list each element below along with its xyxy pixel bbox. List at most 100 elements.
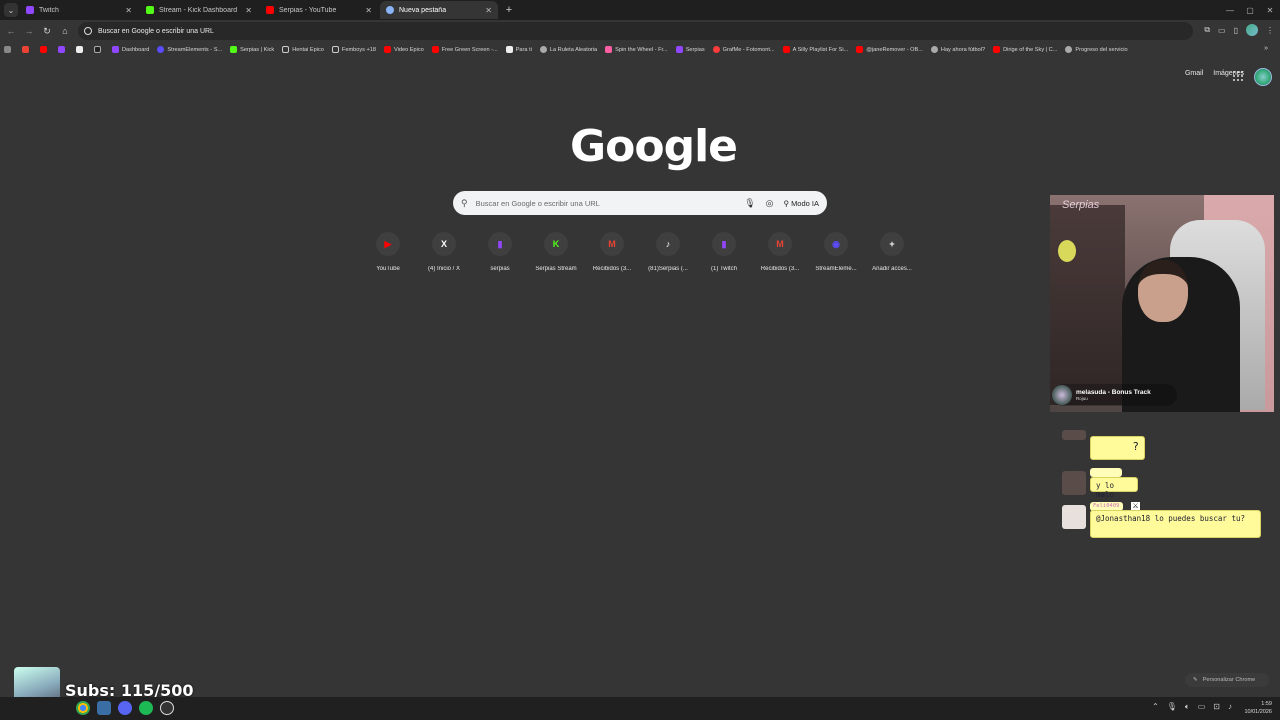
grafme-icon <box>712 46 720 53</box>
customize-chrome-button[interactable]: ✎ Personalizar Chrome <box>1185 673 1269 687</box>
bookmark-item[interactable]: Dirige of the Sky | C... <box>993 46 1057 53</box>
close-icon[interactable]: ✕ <box>245 6 252 15</box>
bookmark-label: Dashboard <box>122 46 150 53</box>
shortcut-gmail[interactable]: M Recibidos (3... <box>752 232 808 272</box>
volume-icon[interactable]: 🔈︎ <box>1185 702 1190 712</box>
shortcut-add[interactable]: + Añadir acces... <box>864 232 920 272</box>
ai-mode-button[interactable]: ⚲ Modo IA <box>783 199 819 208</box>
close-icon[interactable]: ✕ <box>365 6 372 15</box>
address-bar-text: Buscar en Google o escribir una URL <box>98 27 214 35</box>
menu-icon[interactable]: ⋮ <box>1266 26 1274 35</box>
shortcut-tiktok[interactable]: ♪ (81)Serpias (... <box>640 232 696 272</box>
obs-icon[interactable] <box>160 701 174 715</box>
bookmark-item[interactable]: GrafMe - Fotomont... <box>712 46 775 53</box>
chat-username-text: Feli0409 <box>1093 503 1120 509</box>
bookmark-item[interactable]: Spin the Wheel - Fr... <box>605 46 668 53</box>
chat-avatar <box>1062 471 1086 495</box>
display-icon[interactable]: ▭ <box>1198 702 1206 712</box>
chevron-up-icon[interactable]: ⌃ <box>1152 702 1159 712</box>
shortcut-youtube[interactable]: ▶ YouTube <box>360 232 416 272</box>
chat-avatar <box>1062 505 1086 529</box>
reload-icon[interactable]: ↻ <box>38 26 56 37</box>
globe-icon <box>1065 46 1073 53</box>
shortcut-label: YouTube <box>376 266 400 272</box>
tab-twitch[interactable]: Twitch ✕ <box>20 1 138 19</box>
ai-mode-icon: ⚲ <box>783 198 792 208</box>
close-icon[interactable]: ✕ <box>485 6 492 15</box>
forward-icon[interactable]: → <box>20 26 38 36</box>
back-icon[interactable]: ← <box>2 26 20 36</box>
shortcut-label: Recibidos (3... <box>592 266 632 272</box>
extensions-icon[interactable]: ⧉ <box>1204 25 1210 35</box>
new-tab-button[interactable]: + <box>502 3 516 17</box>
youtube-icon <box>266 6 274 14</box>
shortcut-twitch[interactable]: ▮ (1) Twitch <box>696 232 752 272</box>
speaker-icon[interactable]: ♪ <box>1228 702 1232 712</box>
bookmark-item[interactable]: Serpias | Kick <box>230 46 274 53</box>
webcam-plush <box>1058 240 1076 262</box>
bookmark-item[interactable]: Progreso del servicio <box>1065 46 1128 53</box>
bookmark-item[interactable]: @janeRemover - OB... <box>856 46 923 53</box>
tab-strip: ⌄ Twitch ✕ Stream - Kick Dashboard ✕ Ser… <box>0 0 1280 20</box>
bookmark-item[interactable]: StreamElements - S... <box>157 46 222 53</box>
streamelements-icon <box>157 46 165 53</box>
window-close-icon[interactable]: ✕ <box>1260 6 1280 15</box>
cast-icon[interactable]: ▭ <box>1218 26 1226 35</box>
twitch-bookmark[interactable] <box>58 46 68 53</box>
chat-avatar <box>1062 430 1086 440</box>
close-icon[interactable]: ✕ <box>125 6 132 15</box>
shortcut-x[interactable]: X (4) Inicio / X <box>416 232 472 272</box>
x-bookmark[interactable] <box>76 46 86 53</box>
bookmark-item[interactable]: Para ti <box>505 46 532 53</box>
shortcut-serpias-stream[interactable]: K Serpias Stream <box>528 232 584 272</box>
bookmark-item[interactable]: Free Green Screen -... <box>431 46 498 53</box>
address-bar[interactable]: Buscar en Google o escribir una URL <box>78 22 1193 40</box>
home-icon[interactable]: ⌂ <box>56 26 74 36</box>
bookmark-item[interactable]: Serpias <box>675 46 705 53</box>
tiktok-bookmark[interactable] <box>94 46 104 53</box>
shortcut-gmail[interactable]: M Recibidos (3... <box>584 232 640 272</box>
gmail-bookmark[interactable] <box>22 46 32 53</box>
bookmark-label: Video Epico <box>393 46 424 53</box>
all-bookmarks-icon[interactable]: » <box>1264 45 1268 52</box>
now-playing-widget: melasuda - Bonus Track Rojuu <box>1052 384 1177 406</box>
maximize-icon[interactable]: ▢ <box>1240 6 1260 15</box>
search-input[interactable]: Buscar en Google o escribir una URL <box>476 199 735 208</box>
bookmark-folder[interactable]: Hentai Epico <box>282 46 324 53</box>
youtube-bookmark[interactable] <box>40 46 50 53</box>
tab-new-tab[interactable]: Nueva pestaña ✕ <box>380 1 498 19</box>
bookmark-folder[interactable]: Femboys +18 <box>331 46 376 53</box>
twitch-icon: ▮ <box>712 232 736 256</box>
youtube-icon <box>993 46 1001 53</box>
shortcut-serpias[interactable]: ▮ serpias <box>472 232 528 272</box>
network-icon[interactable]: ⊡ <box>1213 702 1220 712</box>
bookmark-item[interactable]: Hay ahora fútbol? <box>930 46 985 53</box>
search-box[interactable]: ⚲ Buscar en Google o escribir una URL 🎙︎… <box>453 191 827 215</box>
minimize-icon[interactable]: — <box>1220 6 1240 15</box>
google-apps-icon[interactable] <box>1233 71 1243 81</box>
kick-icon: K <box>544 232 568 256</box>
app-taskbar-icon[interactable] <box>97 701 111 715</box>
taskbar-clock[interactable]: 1:59 10/01/2026 <box>1244 700 1272 716</box>
bookmark-item[interactable]: Video Epico <box>383 46 424 53</box>
tab-groups-icon[interactable]: ▯ <box>1234 26 1238 35</box>
tab-youtube[interactable]: Serpias - YouTube ✕ <box>260 1 378 19</box>
bookmark-item[interactable]: La Ruleta Aleatoria <box>539 46 597 53</box>
chrome-taskbar-icon[interactable] <box>76 701 90 715</box>
spotify-icon[interactable] <box>139 701 153 715</box>
google-account-avatar[interactable] <box>1254 68 1272 86</box>
microphone-icon[interactable]: 🎙︎ <box>1167 702 1177 712</box>
tab-search-button[interactable]: ⌄ <box>4 3 18 17</box>
tab-kick-dashboard[interactable]: Stream - Kick Dashboard ✕ <box>140 1 258 19</box>
youtube-icon <box>856 46 864 53</box>
gmail-link[interactable]: Gmail <box>1185 70 1203 77</box>
pencil-icon: ✎ <box>1193 677 1198 683</box>
shortcut-streamelements[interactable]: ◉ StreamEleme... <box>808 232 864 272</box>
bookmark-item[interactable]: Dashboard <box>112 46 149 53</box>
discord-icon[interactable] <box>118 701 132 715</box>
apps-bookmark[interactable] <box>4 46 14 53</box>
bookmark-item[interactable]: A Silly Playlist For Si... <box>782 46 848 53</box>
lens-icon[interactable]: ◎ <box>766 198 774 209</box>
profile-avatar[interactable] <box>1246 24 1258 36</box>
microphone-icon[interactable]: 🎙︎ <box>744 198 755 209</box>
